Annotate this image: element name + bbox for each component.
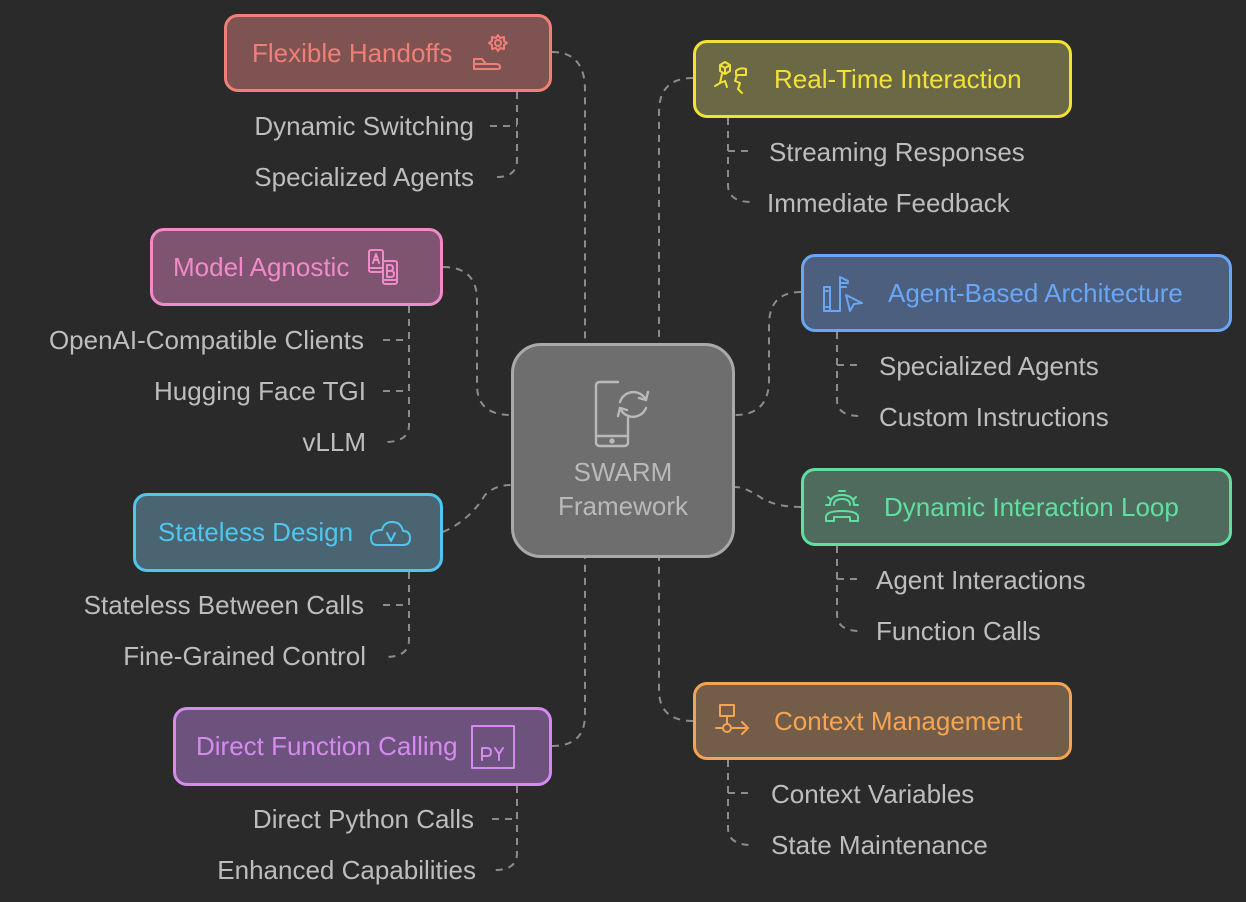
leaf-immediate-feedback: Immediate Feedback xyxy=(767,188,1010,218)
branch-label: Dynamic Interaction Loop xyxy=(884,491,1179,522)
leaf-state-maintenance: State Maintenance xyxy=(771,830,988,860)
leaf-function-calls: Function Calls xyxy=(876,616,1041,646)
branch-label: Agent-Based Architecture xyxy=(888,277,1183,308)
branch-context-management[interactable]: Context Management xyxy=(693,682,1072,760)
branch-label: Model Agnostic xyxy=(173,251,350,282)
center-node[interactable]: SWARM Framework xyxy=(511,343,735,558)
branch-agent-based-architecture[interactable]: Agent-Based Architecture xyxy=(801,254,1232,332)
python-file-icon xyxy=(470,724,516,770)
branch-label: Context Management xyxy=(774,705,1023,736)
leaf-enhanced-capabilities: Enhanced Capabilities xyxy=(217,855,476,885)
building-cursor-icon xyxy=(820,273,866,313)
center-title-line1: SWARM xyxy=(573,457,673,487)
branch-flexible-handoffs[interactable]: Flexible Handoffs xyxy=(224,14,552,92)
leaf-context-variables: Context Variables xyxy=(771,779,975,809)
leaf-openai-compatible-clients: OpenAI-Compatible Clients xyxy=(48,325,364,355)
phone-sync-icon xyxy=(588,378,658,455)
branch-label: Real-Time Interaction xyxy=(774,63,1022,94)
branch-dynamic-interaction-loop[interactable]: Dynamic Interaction Loop xyxy=(801,468,1232,546)
cloud-check-icon xyxy=(367,513,413,553)
leaf-hugging-face-tgi: Hugging Face TGI xyxy=(154,376,366,406)
leaf-dynamic-switching: Dynamic Switching xyxy=(254,111,474,141)
leaf-custom-instructions: Custom Instructions xyxy=(879,402,1109,432)
gear-hand-icon xyxy=(470,33,510,73)
branch-model-agnostic[interactable]: Model Agnostic xyxy=(150,228,443,306)
branch-direct-function-calling[interactable]: Direct Function Calling xyxy=(173,707,552,786)
leaf-specialized-agents: Specialized Agents xyxy=(254,162,474,192)
center-title-line2: Framework xyxy=(557,491,688,521)
leaf-vllm: vLLM xyxy=(302,427,366,457)
leaf-streaming-responses: Streaming Responses xyxy=(769,137,1025,167)
leaf-agent-interactions: Agent Interactions xyxy=(876,565,1086,595)
interaction-icon xyxy=(712,59,752,99)
branch-label: Direct Function Calling xyxy=(196,731,458,761)
ab-devices-icon xyxy=(365,247,405,287)
branch-label: Flexible Handoffs xyxy=(252,37,453,68)
leaf-direct-python-calls: Direct Python Calls xyxy=(252,804,474,834)
branch-real-time-interaction[interactable]: Real-Time Interaction xyxy=(693,40,1072,118)
leaf-fine-grained-control: Fine-Grained Control xyxy=(123,641,366,671)
branch-label: Stateless Design xyxy=(158,517,354,547)
flow-arrow-icon xyxy=(712,701,752,741)
branch-stateless-design[interactable]: Stateless Design xyxy=(133,493,443,572)
gear-phone-icon xyxy=(822,487,862,527)
leaf-stateless-between-calls: Stateless Between Calls xyxy=(83,590,364,620)
leaf-specialized-agents-2: Specialized Agents xyxy=(879,351,1099,381)
